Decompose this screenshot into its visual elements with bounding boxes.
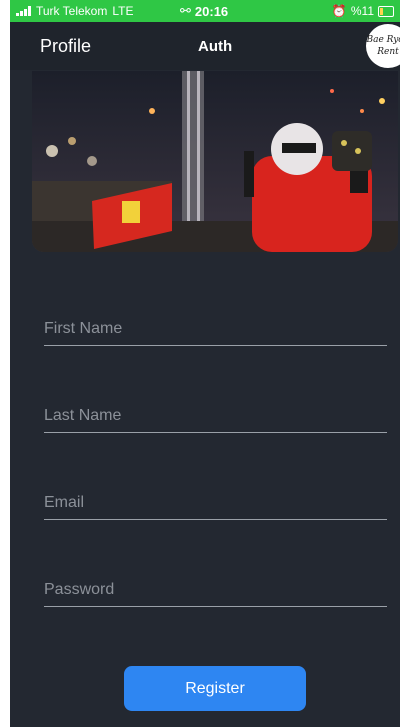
status-bar: Turk Telekom LTE ⚯ 20:16 ⏰ %11 xyxy=(10,0,400,22)
hero-image xyxy=(32,71,398,252)
email-field-container xyxy=(44,487,387,535)
password-input[interactable] xyxy=(44,574,387,607)
logo-line1: Bae Ryde xyxy=(366,35,400,45)
email-input[interactable] xyxy=(44,487,387,520)
link-icon: ⚯ xyxy=(180,3,191,18)
network-label: LTE xyxy=(112,4,134,18)
app-screen: Turk Telekom LTE ⚯ 20:16 ⏰ %11 Profile A… xyxy=(10,0,400,727)
last-name-field-container xyxy=(44,400,387,448)
first-name-input[interactable] xyxy=(44,313,387,346)
password-field-container xyxy=(44,574,387,622)
brand-logo: Bae Ryde Rent xyxy=(366,24,400,68)
logo-line2: Rent xyxy=(377,47,399,57)
register-button[interactable]: Register xyxy=(124,666,306,711)
carrier-label: Turk Telekom xyxy=(36,4,108,18)
battery-percent: %11 xyxy=(350,4,374,18)
battery-icon xyxy=(378,5,394,17)
tab-profile[interactable]: Profile xyxy=(40,36,91,57)
last-name-input[interactable] xyxy=(44,400,387,433)
clock: 20:16 xyxy=(194,3,229,19)
nav-header: Profile Auth Bae Ryde Rent xyxy=(10,22,400,70)
signal-icon xyxy=(16,6,31,16)
tab-auth[interactable]: Auth xyxy=(198,38,232,55)
alarm-icon: ⏰ xyxy=(331,4,347,18)
first-name-field-container xyxy=(44,313,387,361)
